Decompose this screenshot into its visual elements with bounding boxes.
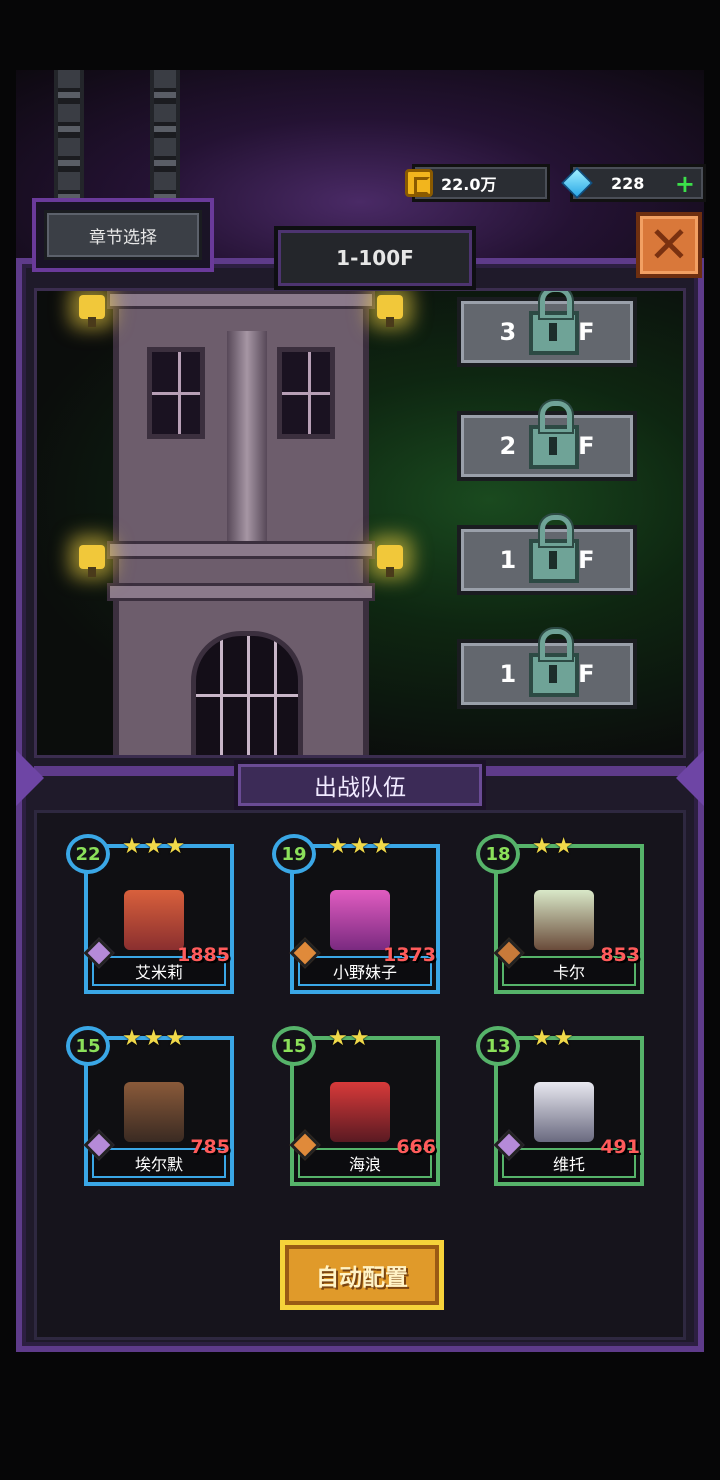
- hero-card[interactable]: 海浪 15 ★★ 666: [272, 1026, 440, 1186]
- hero-power: 785: [190, 1136, 230, 1158]
- coin-icon: [405, 169, 433, 197]
- tower-gate: [191, 631, 303, 755]
- lock-icon: [529, 401, 579, 469]
- torch-icon: [79, 545, 105, 577]
- hero-power: 1885: [177, 944, 230, 966]
- hero-card[interactable]: 埃尔默 15 ★★★ 785: [66, 1026, 234, 1186]
- floor-button-locked[interactable]: 3F: [457, 291, 637, 367]
- hero-avatar: [330, 890, 390, 950]
- close-button[interactable]: ✕: [636, 212, 702, 278]
- coin-value: 22.0万: [441, 175, 497, 194]
- tower-window: [147, 347, 205, 439]
- close-icon: ✕: [648, 216, 690, 274]
- torch-icon: [377, 295, 403, 327]
- hero-level: 13: [476, 1026, 520, 1066]
- hero-avatar: [124, 1082, 184, 1142]
- tower-window: [277, 347, 335, 439]
- torch-icon: [377, 545, 403, 577]
- hero-level: 18: [476, 834, 520, 874]
- hero-avatar: [330, 1082, 390, 1142]
- hero-level: 22: [66, 834, 110, 874]
- lock-icon: [529, 515, 579, 583]
- gem-value: 228: [611, 173, 645, 193]
- tower-building: [107, 291, 375, 755]
- hero-card[interactable]: 卡尔 18 ★★ 853: [476, 834, 644, 994]
- hero-avatar: [534, 1082, 594, 1142]
- hero-power: 1373: [383, 944, 436, 966]
- chain-right: [150, 70, 180, 200]
- team-title: 出战队伍: [234, 760, 486, 810]
- hero-power: 666: [396, 1136, 436, 1158]
- gem-counter: 228 +: [561, 164, 706, 202]
- hero-card[interactable]: 艾米莉 22 ★★★ 1885: [66, 834, 234, 994]
- lock-icon: [529, 629, 579, 697]
- hero-card[interactable]: 维托 13 ★★ 491: [476, 1026, 644, 1186]
- hero-stars: ★★: [532, 834, 576, 859]
- hero-stars: ★★★: [122, 1026, 188, 1051]
- torch-icon: [79, 295, 105, 327]
- hero-avatar: [124, 890, 184, 950]
- chain-left: [54, 70, 84, 200]
- floor-button-locked[interactable]: 1F: [457, 515, 637, 595]
- auto-assign-button[interactable]: 自动配置: [280, 1240, 444, 1310]
- hero-stars: ★★★: [122, 834, 188, 859]
- hero-power: 491: [600, 1136, 640, 1158]
- hero-power: 853: [600, 944, 640, 966]
- floor-button-locked[interactable]: 2F: [457, 401, 637, 481]
- chapter-select-button[interactable]: 章节选择: [32, 198, 214, 272]
- hero-stars: ★★: [328, 1026, 372, 1051]
- floor-range-title: 1-100F: [274, 226, 476, 290]
- coin-counter: 22.0万: [405, 164, 550, 202]
- hero-stars: ★★: [532, 1026, 576, 1051]
- game-screen: 22.0万 228 + 3F 2F 1F: [0, 0, 720, 1480]
- hero-avatar: [534, 890, 594, 950]
- hero-level: 15: [66, 1026, 110, 1066]
- hero-level: 15: [272, 1026, 316, 1066]
- floor-button-locked[interactable]: 1F: [457, 629, 637, 709]
- hero-level: 19: [272, 834, 316, 874]
- lock-icon: [529, 291, 579, 355]
- add-gems-icon[interactable]: +: [675, 170, 695, 198]
- hero-card[interactable]: 小野妹子 19 ★★★ 1373: [272, 834, 440, 994]
- hero-stars: ★★★: [328, 834, 394, 859]
- tower-view: 3F 2F 1F 1F: [34, 288, 686, 758]
